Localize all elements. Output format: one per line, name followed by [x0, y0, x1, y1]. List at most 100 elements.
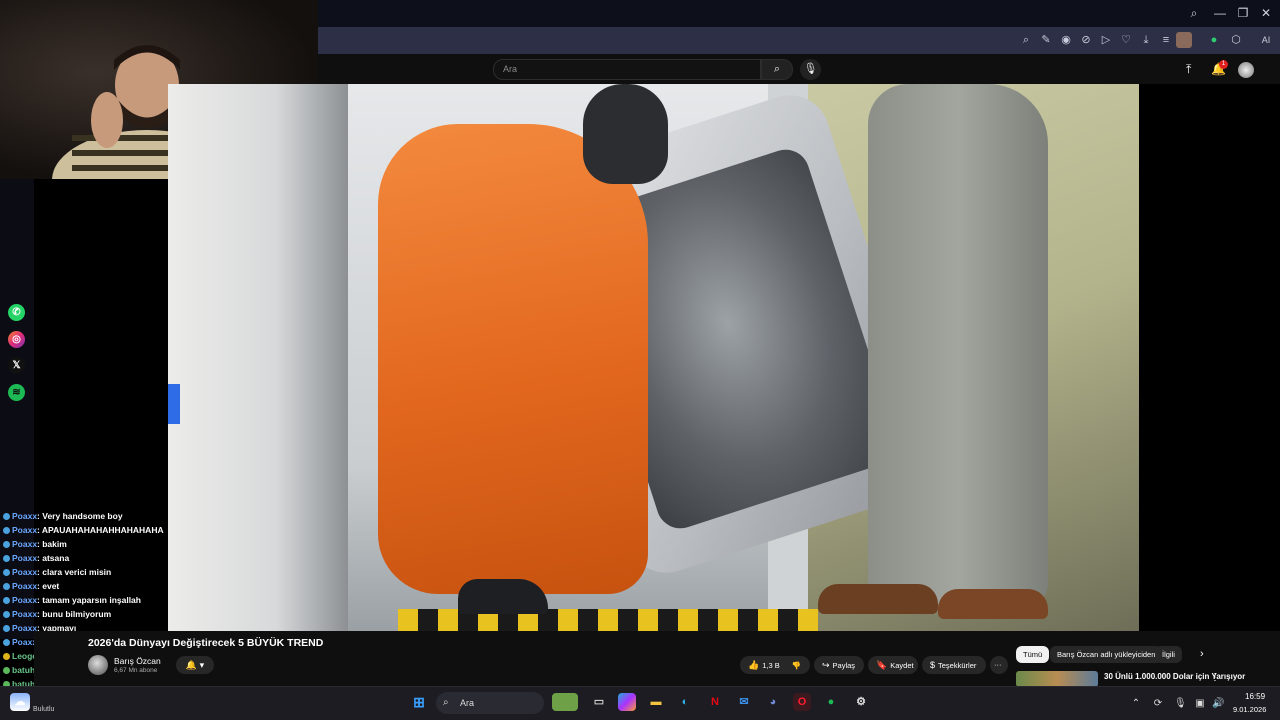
- chat-message: Poaxx: atsana: [3, 552, 69, 565]
- ai-button[interactable]: AI: [1254, 32, 1278, 48]
- spotify-taskbar-icon[interactable]: ●: [822, 693, 840, 711]
- thanks-button[interactable]: $ Teşekkürler: [922, 656, 986, 674]
- microphone-tray-icon[interactable]: 🎙: [1174, 698, 1187, 710]
- video-player[interactable]: [168, 84, 1139, 631]
- thumbs-up-icon: 👍: [748, 660, 760, 670]
- chat-badge-icon: [3, 625, 10, 633]
- whatsapp-icon: ✆: [8, 304, 25, 321]
- chat-username: Poaxx: [12, 525, 38, 535]
- tray-chevron-icon[interactable]: ⌃: [1130, 698, 1142, 710]
- channel-avatar[interactable]: [88, 655, 108, 675]
- minimize-button[interactable]: —: [1210, 4, 1230, 22]
- mail-icon[interactable]: ✉: [735, 693, 753, 711]
- network-icon[interactable]: ▣: [1194, 698, 1206, 710]
- channel-name[interactable]: Barış Özcan: [114, 656, 161, 666]
- chip-from-uploader[interactable]: Barış Özcan adlı yükleyiciden: [1050, 646, 1163, 663]
- copilot-icon[interactable]: [618, 693, 636, 711]
- account-avatar[interactable]: [1238, 62, 1254, 78]
- weather-label: Bulutlu: [33, 706, 55, 713]
- netflix-icon[interactable]: N: [706, 693, 724, 711]
- chat-username: Poaxx: [12, 567, 38, 577]
- windows-start-icon[interactable]: ⊞: [410, 693, 428, 711]
- chat-message: Poaxx: bakim: [3, 538, 67, 551]
- chevron-right-icon[interactable]: ›: [1200, 648, 1204, 660]
- chat-badge-icon: [3, 541, 10, 549]
- maximize-button[interactable]: ❐: [1233, 4, 1253, 22]
- chip-all[interactable]: Tümü: [1016, 646, 1050, 663]
- windows-taskbar: [0, 686, 1280, 720]
- x-icon: 𝕏: [8, 357, 25, 374]
- browser-toolbar: [318, 27, 1280, 54]
- profile-avatar[interactable]: [1176, 32, 1192, 48]
- search-input[interactable]: Ara: [493, 59, 761, 80]
- sync-icon[interactable]: ⟳: [1152, 698, 1164, 710]
- chat-badge-icon: [3, 653, 10, 661]
- share-button[interactable]: ↪ Paylaş: [814, 656, 864, 674]
- browser-titlebar: ⌕ — ❐ ✕: [318, 0, 1280, 27]
- edge-icon[interactable]: ◐: [676, 693, 694, 711]
- spotify-icon: ≋: [8, 384, 25, 401]
- chat-badge-icon: [3, 527, 10, 535]
- recommendation-thumbnail[interactable]: [1016, 671, 1098, 687]
- chat-badge-icon: [3, 611, 10, 619]
- recommendation-title[interactable]: 30 Ünlü 1.000.000 Dolar için Yarışıyor: [1104, 672, 1245, 681]
- play-icon[interactable]: ▷: [1098, 32, 1114, 48]
- chat-message: Poaxx: bunu bilmiyorum: [3, 608, 111, 621]
- chat-text: : bunu bilmiyorum: [37, 609, 112, 619]
- edit-icon[interactable]: ✎: [1038, 32, 1054, 48]
- more-vert-icon[interactable]: ⋮: [1210, 672, 1220, 683]
- shield-icon[interactable]: ⊘: [1078, 32, 1094, 48]
- share-icon: ↪: [822, 660, 830, 670]
- taskbar-search[interactable]: [436, 692, 544, 714]
- widgets-icon[interactable]: [552, 693, 578, 711]
- vpn-icon[interactable]: ●: [1206, 32, 1222, 48]
- search-tabs-icon[interactable]: ⌕: [1184, 4, 1204, 22]
- microphone-icon: 🎙: [803, 63, 818, 75]
- upload-icon[interactable]: ⤒: [1186, 62, 1191, 77]
- search-button[interactable]: ⌕: [761, 59, 793, 80]
- thumbs-down-icon: 👎: [791, 661, 802, 670]
- chat-username: Poaxx: [12, 595, 38, 605]
- chat-username: Poaxx: [12, 511, 38, 521]
- volume-icon[interactable]: 🔊: [1212, 698, 1224, 710]
- chat-badge-icon: [3, 597, 10, 605]
- chat-text: : Very handsome boy: [37, 511, 123, 521]
- chat-message: Poaxx: Very handsome boy: [3, 510, 123, 523]
- subscription-bell-button[interactable]: 🔔 ▾: [176, 656, 214, 674]
- chip-related[interactable]: İlgili: [1155, 646, 1182, 663]
- menu-icon[interactable]: ≡: [1158, 32, 1174, 48]
- zoom-icon[interactable]: ⌕: [1018, 32, 1034, 48]
- more-actions-button[interactable]: ···: [990, 656, 1008, 674]
- chat-text: : tamam yaparsın inşallah: [37, 595, 141, 605]
- chat-badge-icon: [3, 513, 10, 521]
- heart-icon[interactable]: ♡: [1118, 32, 1134, 48]
- weather-icon[interactable]: ☁: [10, 693, 30, 711]
- bell-icon: 🔔: [185, 660, 198, 670]
- like-button[interactable]: 👍 1,3 B 👎: [740, 656, 810, 674]
- opera-gx-icon[interactable]: O: [793, 693, 811, 711]
- file-explorer-icon[interactable]: ▬: [647, 693, 665, 711]
- youtube-header: [318, 54, 1280, 84]
- steam-icon[interactable]: ⚙: [852, 693, 870, 711]
- chat-text: : evet: [37, 581, 60, 591]
- close-button[interactable]: ✕: [1256, 4, 1276, 22]
- chat-username: Poaxx: [12, 609, 38, 619]
- search-icon: ⌕: [773, 63, 781, 75]
- chat-message: Poaxx: APAUAHAHAHAHHAHAHAHA: [3, 524, 164, 537]
- chat-text: : bakim: [37, 539, 67, 549]
- cube-icon[interactable]: ⬡: [1228, 32, 1244, 48]
- camera-icon[interactable]: ◉: [1058, 32, 1074, 48]
- save-button[interactable]: 🔖 Kaydet: [868, 656, 918, 674]
- voice-search-button[interactable]: 🎙: [800, 59, 821, 80]
- download-icon[interactable]: ⤓: [1138, 32, 1154, 48]
- chat-badge-icon: [3, 555, 10, 563]
- chat-message: Poaxx: evet: [3, 580, 59, 593]
- chat-badge-icon: [3, 583, 10, 591]
- chat-message: Poaxx: tamam yaparsın inşallah: [3, 594, 141, 607]
- chat-text: : atsana: [37, 553, 70, 563]
- clock-time[interactable]: 16:59: [1245, 692, 1265, 701]
- discord-icon[interactable]: ◕: [764, 693, 782, 711]
- task-view-icon[interactable]: ▭: [590, 693, 608, 711]
- clock-date[interactable]: 9.01.2026: [1233, 705, 1266, 714]
- chat-username: Poaxx: [12, 553, 38, 563]
